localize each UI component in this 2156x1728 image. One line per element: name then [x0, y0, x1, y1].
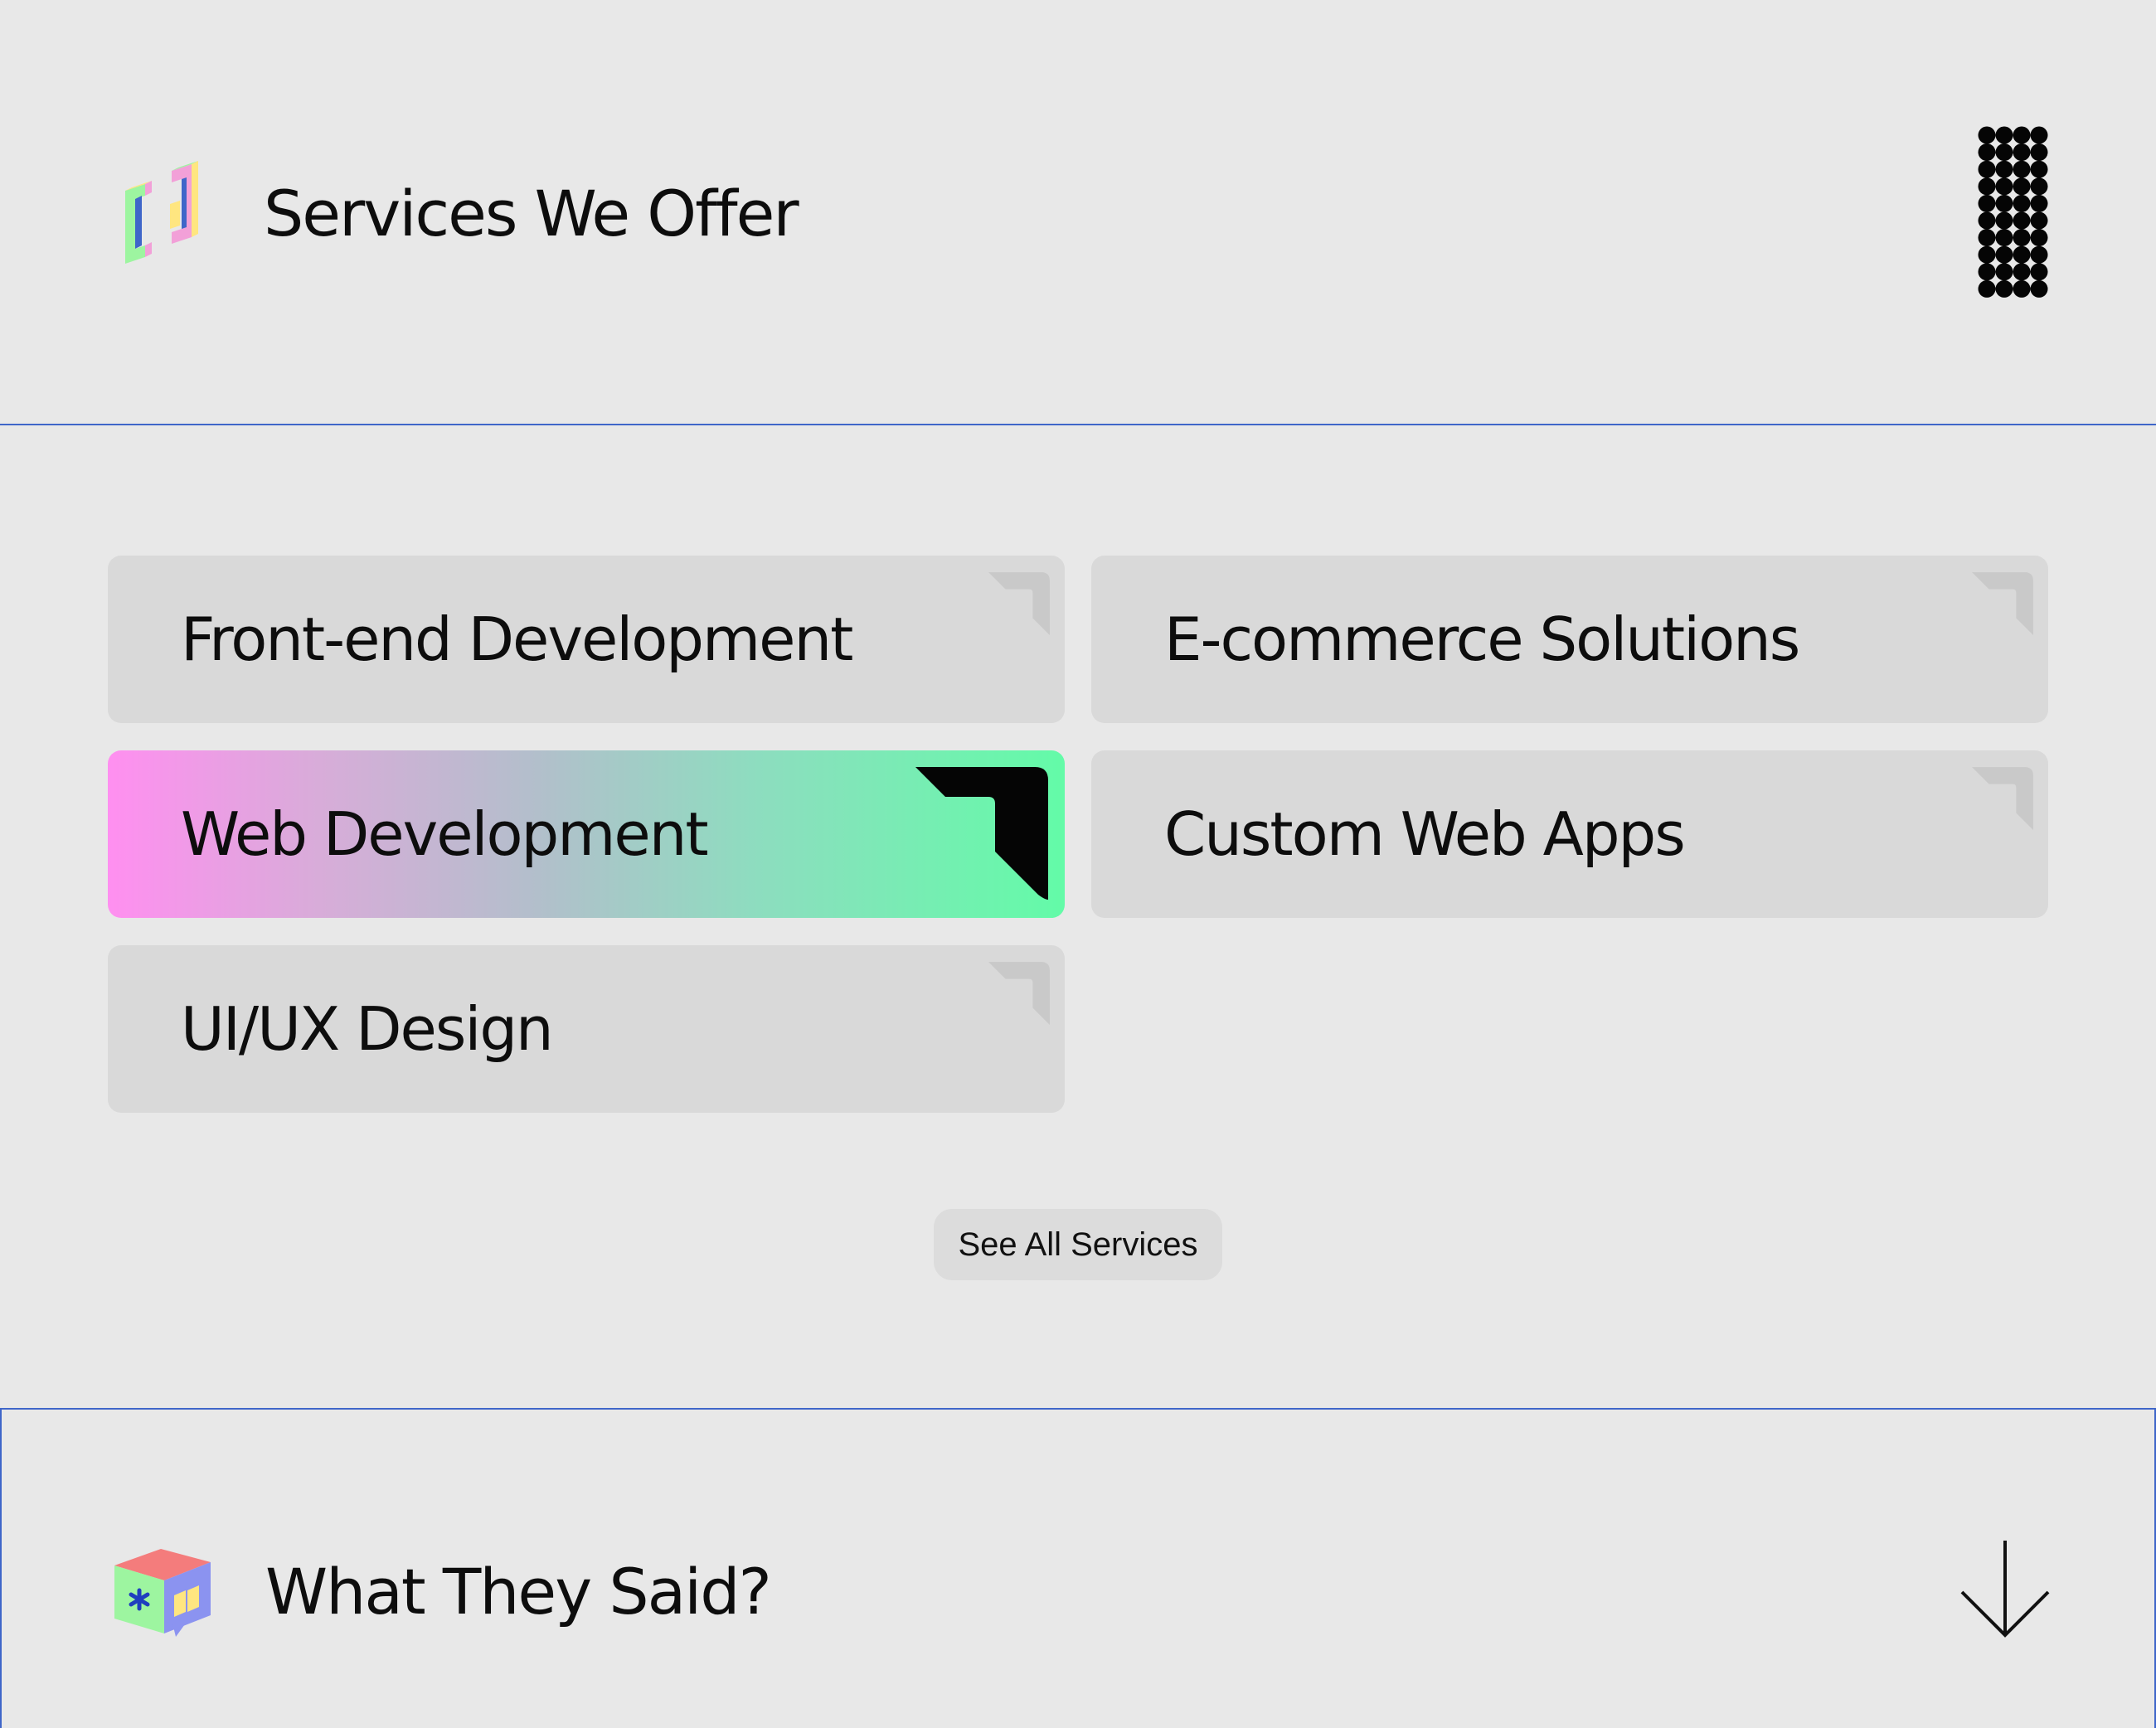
corner-arrow-icon	[988, 962, 1050, 1025]
service-card-label: Web Development	[181, 799, 709, 869]
service-card-ecommerce-solutions[interactable]: E-commerce Solutions	[1091, 556, 2048, 723]
services-header: Services We Offer	[0, 0, 2156, 425]
testimonials-header: What They Said?	[0, 1408, 2156, 1728]
service-card-label: E-commerce Solutions	[1164, 604, 1800, 674]
see-all-services-button[interactable]: See All Services	[934, 1209, 1222, 1280]
chat-cube-icon	[114, 1549, 211, 1637]
service-card-web-development[interactable]: Web Development	[108, 750, 1065, 918]
corner-arrow-icon	[915, 767, 1048, 900]
section-title: Services We Offer	[264, 177, 799, 250]
bracket-cube-icon	[125, 161, 198, 264]
service-card-label: UI/UX Design	[181, 994, 554, 1064]
corner-arrow-icon	[988, 572, 1050, 635]
service-card-label: Front-end Development	[181, 604, 853, 674]
service-card-label: Custom Web Apps	[1164, 799, 1686, 869]
corner-arrow-icon	[1972, 572, 2033, 635]
service-card-ui-ux-design[interactable]: UI/UX Design	[108, 945, 1065, 1113]
service-card-custom-web-apps[interactable]: Custom Web Apps	[1091, 750, 2048, 918]
service-card-frontend-development[interactable]: Front-end Development	[108, 556, 1065, 723]
arrow-down-icon[interactable]	[1959, 1537, 2052, 1638]
section-title: What They Said?	[265, 1555, 772, 1628]
dots-grid-menu-icon[interactable]	[1978, 126, 2049, 299]
corner-arrow-icon	[1972, 767, 2033, 830]
